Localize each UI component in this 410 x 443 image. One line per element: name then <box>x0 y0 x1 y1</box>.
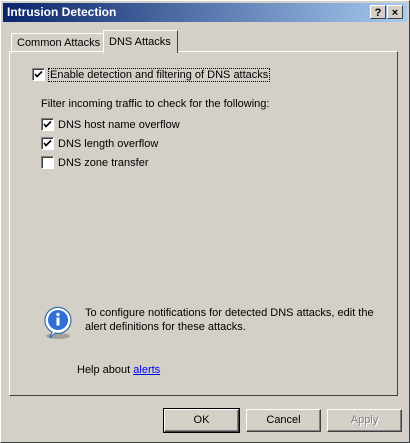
dns-host-name-overflow-label: DNS host name overflow <box>58 118 180 131</box>
help-prefix: Help about <box>77 364 134 376</box>
checkbox-box[interactable] <box>41 118 54 131</box>
checkmark-icon <box>43 120 52 128</box>
filter-heading: Filter incoming traffic to check for the… <box>41 98 270 110</box>
apply-button[interactable]: Apply <box>327 409 402 432</box>
dns-zone-transfer-checkbox[interactable]: DNS zone transfer <box>41 156 148 172</box>
enable-dns-filtering-checkbox[interactable]: Enable detection and filtering of DNS at… <box>32 67 271 84</box>
help-button[interactable]: ? <box>370 5 386 19</box>
info-icon <box>44 306 72 339</box>
alerts-link[interactable]: alerts <box>133 364 160 376</box>
checkbox-box[interactable] <box>32 68 45 81</box>
enable-dns-filtering-label: Enable detection and filtering of DNS at… <box>47 67 271 82</box>
window-title: Intrusion Detection <box>7 5 117 19</box>
help-about-alerts: Help about alerts <box>77 364 160 376</box>
checkmark-icon <box>43 139 52 147</box>
dns-zone-transfer-label: DNS zone transfer <box>58 156 149 169</box>
checkmark-icon <box>34 70 43 78</box>
title-bar[interactable]: Intrusion Detection ? × <box>3 3 407 22</box>
tab-common-attacks[interactable]: Common Attacks <box>11 33 104 53</box>
close-button[interactable]: × <box>387 5 403 19</box>
checkbox-box[interactable] <box>41 137 54 150</box>
tab-dns-attacks[interactable]: DNS Attacks <box>103 30 178 53</box>
dns-host-name-overflow-checkbox[interactable]: DNS host name overflow <box>41 118 180 134</box>
dns-length-overflow-checkbox[interactable]: DNS length overflow <box>41 137 158 153</box>
ok-button[interactable]: OK <box>163 408 240 433</box>
notification-info-text: To configure notifications for detected … <box>85 307 374 333</box>
dns-length-overflow-label: DNS length overflow <box>58 137 159 150</box>
cancel-button[interactable]: Cancel <box>246 409 321 432</box>
intrusion-detection-dialog: Intrusion Detection ? × Common Attacks D… <box>0 0 410 443</box>
checkbox-box[interactable] <box>41 156 54 169</box>
